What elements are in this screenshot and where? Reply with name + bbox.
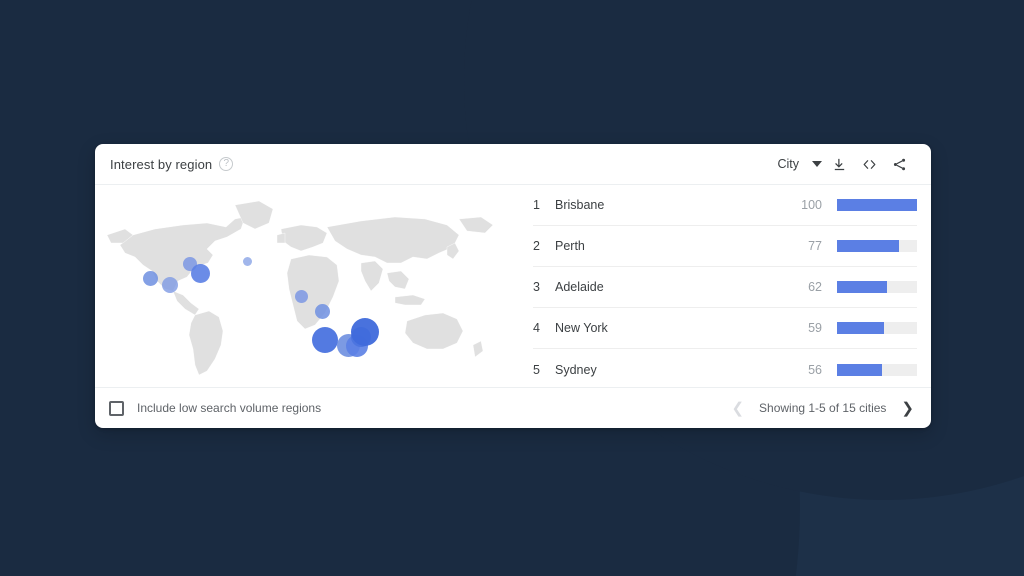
table-row[interactable]: 1 Brisbane 100 bbox=[533, 185, 917, 226]
card-footer: Include low search volume regions ❮ Show… bbox=[95, 387, 931, 428]
row-rank: 1 bbox=[533, 198, 540, 212]
map-canvas bbox=[95, 185, 515, 387]
geo-level-value: City bbox=[777, 157, 799, 171]
download-icon[interactable] bbox=[824, 150, 854, 178]
marker-new-york[interactable] bbox=[190, 263, 210, 283]
table-row[interactable]: 4 New York 59 bbox=[533, 308, 917, 349]
row-value: 62 bbox=[808, 280, 822, 294]
row-region-name[interactable]: New York bbox=[555, 321, 788, 335]
chevron-down-icon bbox=[812, 161, 822, 167]
header-actions: City bbox=[773, 150, 914, 178]
marker-bangalore[interactable] bbox=[294, 289, 308, 303]
marker-brisbane[interactable] bbox=[351, 318, 379, 346]
row-bar-track bbox=[837, 199, 917, 211]
marker-singapore[interactable] bbox=[314, 303, 330, 319]
pagination: ❮ Showing 1-5 of 15 cities ❯ bbox=[728, 399, 917, 418]
row-rank: 3 bbox=[533, 280, 540, 294]
card-header: Interest by region ? City bbox=[95, 144, 931, 185]
row-rank: 4 bbox=[533, 321, 540, 335]
include-low-volume-checkbox[interactable]: Include low search volume regions bbox=[109, 400, 322, 416]
row-bar-track bbox=[837, 240, 917, 252]
share-icon[interactable] bbox=[884, 150, 914, 178]
interest-by-region-card: Interest by region ? City 1 Brisbane 100… bbox=[95, 144, 931, 428]
row-rank: 5 bbox=[533, 362, 540, 377]
help-circle-icon[interactable]: ? bbox=[219, 157, 234, 171]
row-value: 100 bbox=[801, 198, 822, 212]
geo-level-select[interactable]: City bbox=[773, 153, 824, 175]
row-bar-track bbox=[837, 363, 917, 376]
marker-perth[interactable] bbox=[312, 327, 338, 353]
row-value: 59 bbox=[808, 321, 822, 335]
table-row[interactable]: 5 Sydney 56 bbox=[533, 349, 917, 390]
include-low-volume-label: Include low search volume regions bbox=[137, 401, 322, 415]
row-region-name[interactable]: Perth bbox=[555, 239, 788, 253]
row-bar-fill bbox=[837, 322, 885, 334]
marker-los-angeles[interactable] bbox=[142, 270, 158, 286]
world-map-svg bbox=[106, 200, 494, 376]
row-bar-track bbox=[837, 322, 917, 334]
row-bar-fill bbox=[837, 363, 882, 376]
marker-houston[interactable] bbox=[162, 277, 178, 293]
table-row[interactable]: 2 Perth 77 bbox=[533, 226, 917, 267]
page-title: Interest by region bbox=[110, 156, 213, 172]
row-value: 77 bbox=[808, 239, 822, 253]
row-bar-fill bbox=[837, 199, 917, 211]
world-choropleth-map[interactable] bbox=[95, 185, 515, 387]
row-region-name[interactable]: Brisbane bbox=[555, 198, 788, 212]
row-rank: 2 bbox=[533, 239, 540, 253]
row-bar-track bbox=[837, 281, 917, 293]
row-value: 56 bbox=[808, 362, 822, 377]
card-body: 1 Brisbane 100 2 Perth 77 3 Adelaide 62 4 New York… bbox=[95, 185, 931, 387]
embed-code-icon[interactable] bbox=[854, 150, 884, 178]
chevron-right-icon[interactable]: ❯ bbox=[898, 399, 917, 418]
region-rank-list: 1 Brisbane 100 2 Perth 77 3 Adelaide 62 4 New York… bbox=[515, 185, 931, 387]
table-row[interactable]: 3 Adelaide 62 bbox=[533, 267, 917, 308]
row-region-name[interactable]: Sydney bbox=[555, 363, 788, 377]
row-bar-fill bbox=[837, 281, 887, 293]
checkbox-box-icon bbox=[109, 400, 124, 416]
marker-london[interactable] bbox=[242, 256, 252, 266]
chevron-left-icon[interactable]: ❮ bbox=[728, 399, 747, 418]
row-region-name[interactable]: Adelaide bbox=[555, 280, 788, 294]
pagination-status: Showing 1-5 of 15 cities bbox=[759, 401, 887, 415]
row-bar-fill bbox=[837, 240, 899, 252]
